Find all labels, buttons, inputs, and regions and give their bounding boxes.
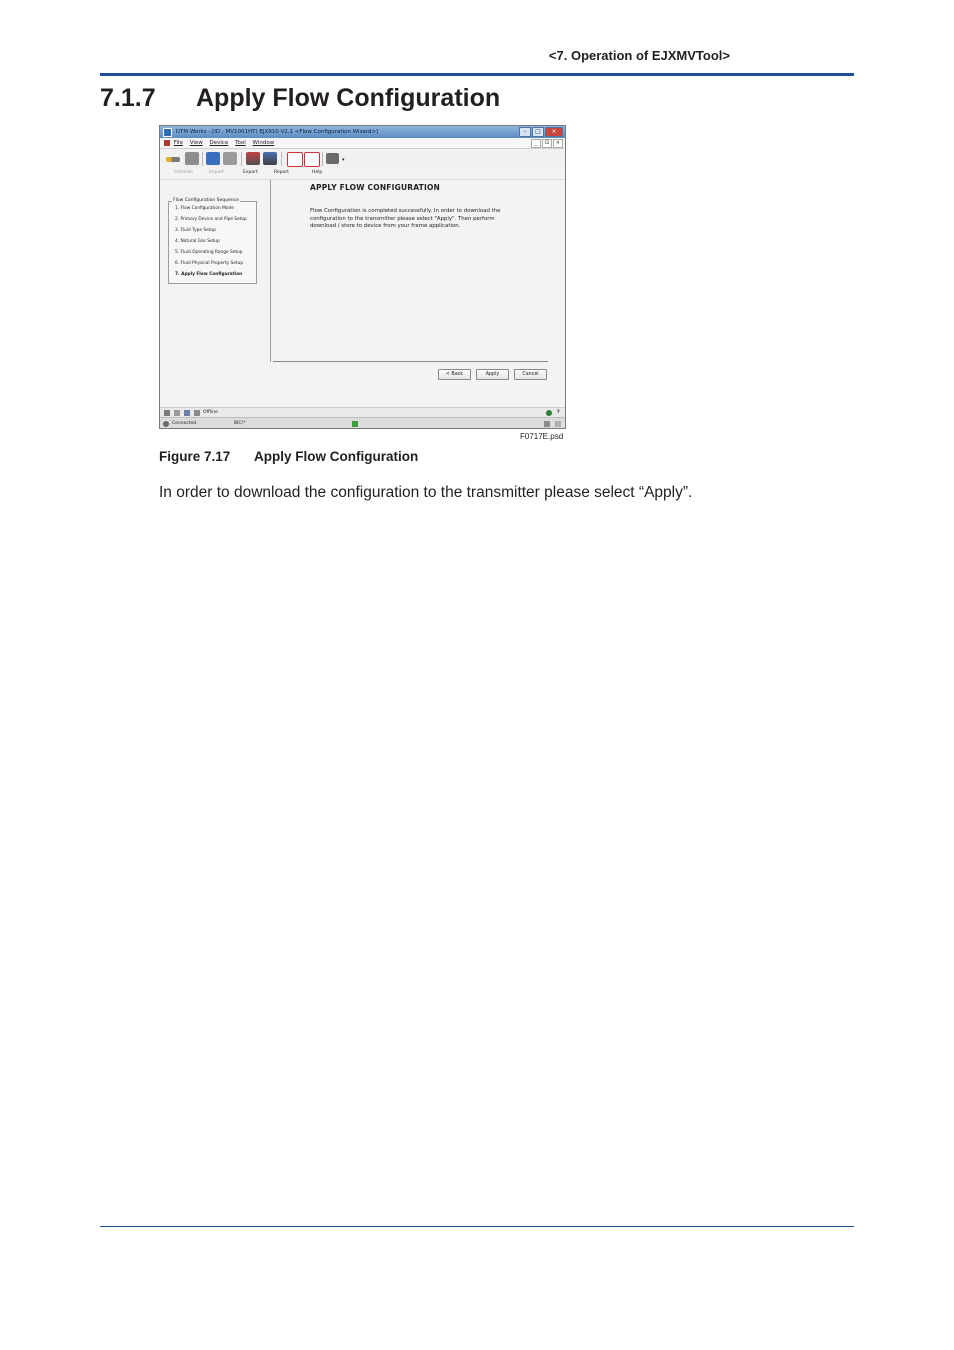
initialize-label: Initialize bbox=[174, 170, 193, 175]
window-controls: – □ × bbox=[518, 127, 563, 137]
toolbar-separator bbox=[241, 152, 242, 166]
help-button[interactable]: Help bbox=[312, 170, 322, 175]
diagnosis-icon[interactable] bbox=[304, 152, 320, 167]
wizard-heading: APPLY FLOW CONFIGURATION bbox=[310, 183, 441, 192]
body-paragraph: In order to download the configuration t… bbox=[159, 484, 693, 501]
log-icon bbox=[194, 410, 200, 416]
app-icon bbox=[163, 128, 172, 137]
online-icon[interactable] bbox=[246, 152, 260, 165]
sequence-item-fluid-type: 3. Fluid Type Setup bbox=[175, 228, 216, 233]
back-button[interactable]: < Back bbox=[438, 369, 471, 380]
wizard-message: Flow Configuration is completed successf… bbox=[310, 208, 501, 229]
menu-bar: File View Device Tool Window _ ⊡ × bbox=[160, 138, 565, 149]
toolbar-separator bbox=[281, 152, 282, 166]
section-title: Apply Flow Configuration bbox=[196, 84, 501, 112]
panel-splitter[interactable] bbox=[270, 180, 271, 362]
application-screenshot: DTM Works - [ID : MV1001HT) EJX910 V2.1 … bbox=[159, 125, 566, 429]
sequence-item-primary-device: 2. Primary Device and Pipe Setup bbox=[175, 217, 247, 222]
view-icon bbox=[174, 410, 180, 416]
print-dropdown-icon[interactable]: ▾ bbox=[342, 157, 345, 163]
mdi-restore-button[interactable]: ⊡ bbox=[542, 139, 552, 148]
report-button[interactable]: Report bbox=[274, 170, 289, 175]
maximize-button[interactable]: □ bbox=[532, 127, 544, 137]
section-heading: 7.1.7 Apply Flow Configuration bbox=[100, 84, 500, 113]
user-status: BIC/* bbox=[234, 421, 246, 426]
minimize-button[interactable]: – bbox=[519, 127, 531, 137]
window-title: DTM Works - [ID : MV1001HT) EJX910 V2.1 … bbox=[175, 129, 379, 135]
device-status-icon bbox=[164, 410, 170, 416]
image-file-name: F0717E.psd bbox=[520, 432, 564, 441]
mdi-close-button[interactable]: × bbox=[553, 139, 563, 148]
lock-icon bbox=[555, 421, 561, 427]
connection-status: Connected bbox=[172, 421, 197, 426]
apply-button[interactable]: Apply bbox=[476, 369, 509, 380]
figure-title: Apply Flow Configuration bbox=[254, 449, 419, 464]
sequence-item-natural-gas: 4. Natural Gas Setup bbox=[175, 239, 220, 244]
bell-icon bbox=[544, 421, 550, 427]
menu-logo-icon bbox=[164, 140, 170, 146]
sequence-legend: Flow Configuration Sequence bbox=[172, 198, 240, 203]
sequence-item-apply-flow-configuration: 7. Apply Flow Configuration bbox=[175, 272, 243, 277]
button-divider bbox=[273, 361, 548, 362]
header-rule bbox=[100, 73, 854, 76]
toolbar-separator bbox=[322, 152, 323, 166]
cancel-button[interactable]: Cancel bbox=[514, 369, 547, 380]
menu-view[interactable]: View bbox=[190, 138, 203, 148]
connection-icon bbox=[163, 421, 169, 427]
export-button[interactable]: Export bbox=[243, 170, 258, 175]
content-divider bbox=[160, 179, 565, 180]
sequence-item-operating-range: 5. Fluid Operating Range Setup bbox=[175, 250, 243, 255]
menu-file[interactable]: File bbox=[174, 138, 183, 148]
device-icon[interactable] bbox=[185, 152, 199, 165]
window-titlebar: DTM Works - [ID : MV1001HT) EJX910 V2.1 … bbox=[160, 126, 565, 138]
list-icon bbox=[184, 410, 190, 416]
flow-sequence-panel: Flow Configuration Sequence 1. Flow Conf… bbox=[168, 198, 257, 284]
footer-rule bbox=[100, 1226, 854, 1227]
mdi-controls: _ ⊡ × bbox=[530, 139, 563, 148]
sequence-item-physical-property: 6. Fluid Physical Property Setup bbox=[175, 261, 244, 266]
upload-icon[interactable] bbox=[206, 152, 220, 165]
menu-device[interactable]: Device bbox=[210, 138, 229, 148]
connect-icon[interactable] bbox=[166, 157, 180, 162]
parameter-icon[interactable] bbox=[287, 152, 303, 167]
toolbar-separator bbox=[202, 152, 203, 166]
menu-window[interactable]: Window bbox=[253, 138, 275, 148]
close-button[interactable]: × bbox=[545, 127, 563, 137]
running-head: <7. Operation of EJXMVTool> bbox=[548, 48, 730, 63]
toolbar: ▾ bbox=[160, 149, 565, 169]
offline-icon[interactable] bbox=[263, 152, 277, 165]
network-icon bbox=[352, 421, 358, 427]
mdi-minimize-button[interactable]: _ bbox=[531, 139, 541, 148]
globe-icon bbox=[546, 410, 552, 416]
toolbar-caption-row: Initialize Import Export Report Help bbox=[160, 170, 565, 178]
sequence-item-flow-configuration-mode: 1. Flow Configuration Mode bbox=[175, 206, 234, 211]
figure-caption: Figure 7.17 Apply Flow Configuration bbox=[159, 449, 418, 464]
status-bar-bottom: Connected BIC/* bbox=[160, 417, 565, 428]
section-number: 7.1.7 bbox=[100, 84, 156, 112]
import-label: Import bbox=[209, 170, 224, 175]
print-icon[interactable] bbox=[326, 153, 339, 164]
menu-tool[interactable]: Tool bbox=[235, 138, 246, 148]
figure-number: Figure 7.17 bbox=[159, 449, 231, 464]
download-icon[interactable] bbox=[223, 152, 237, 165]
